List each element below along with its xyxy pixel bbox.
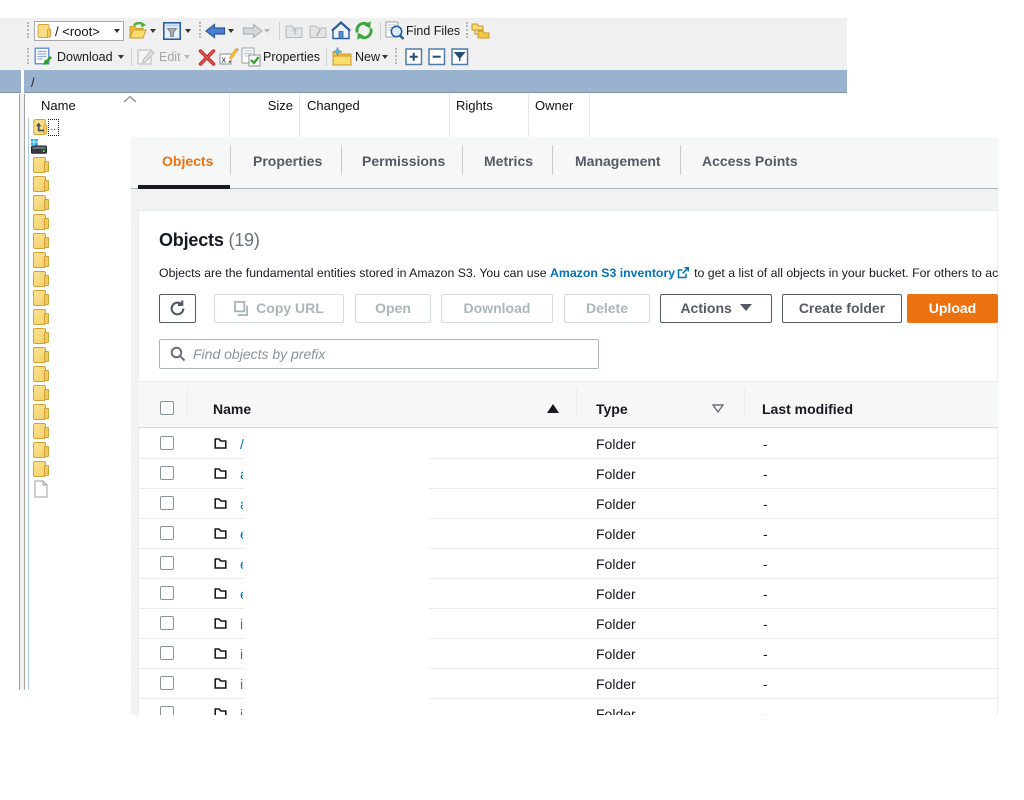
svg-text:x: x — [222, 55, 227, 65]
